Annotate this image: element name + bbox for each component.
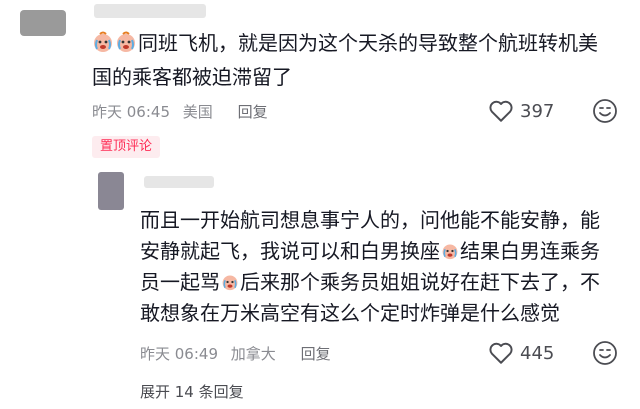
reply-text-line3a: 员一起骂 — [140, 270, 220, 294]
comment-meta: 昨天 06:45 美国 回复 — [92, 101, 276, 122]
comment-text-line1: 同班飞机，就是因为这个天杀的导致整个航班转机美 — [138, 31, 598, 55]
reply-time: 昨天 06:49 — [140, 345, 218, 363]
reply-location: 加拿大 — [230, 345, 276, 363]
reply-button[interactable]: 回复 — [238, 103, 268, 121]
reply-text-line2a: 安静就起飞，我说可以和白男换座 — [140, 239, 440, 263]
comment-location: 美国 — [182, 103, 213, 121]
username-redacted[interactable] — [94, 4, 206, 18]
like-button[interactable]: 445 — [488, 341, 554, 365]
crying-face-icon — [222, 275, 238, 291]
like-button[interactable]: 397 — [488, 99, 554, 123]
avatar[interactable] — [98, 172, 124, 210]
username-redacted[interactable] — [144, 176, 214, 188]
reply-text: 而且一开始航司想息事宁人的，问他能不能安静，能 安静就起飞，我说可以和白男换座 … — [140, 205, 620, 329]
reply-text-line4: 敢想象在万米高空有这么个定时炸弹是什么感觉 — [140, 301, 560, 325]
comment-time: 昨天 06:45 — [92, 103, 170, 121]
pinned-badge: 置顶评论 — [92, 136, 161, 158]
emoji-react-button[interactable] — [592, 340, 618, 370]
heart-icon — [489, 342, 513, 364]
smile-icon — [593, 99, 617, 123]
comment-text: 同班飞机，就是因为这个天杀的导致整个航班转机美 国的乘客都被迫滞留了 — [92, 28, 612, 93]
crying-face-icon — [442, 244, 458, 260]
like-count: 445 — [520, 342, 555, 364]
reply-meta: 昨天 06:49 加拿大 回复 — [140, 343, 339, 364]
avatar[interactable] — [20, 10, 66, 36]
reply-text-line3b: 后来那个乘务员姐姐说好在赶下去了，不 — [240, 270, 600, 294]
reply-text-line2b: 结果白男连乘务 — [460, 239, 600, 263]
reply-button[interactable]: 回复 — [301, 345, 331, 363]
crying-face-icon — [92, 31, 138, 62]
comment-text-line2: 国的乘客都被迫滞留了 — [92, 65, 292, 89]
heart-icon — [489, 100, 513, 122]
reply-text-line1: 而且一开始航司想息事宁人的，问他能不能安静，能 — [140, 208, 600, 232]
like-count: 397 — [520, 100, 555, 122]
emoji-react-button[interactable] — [592, 98, 618, 128]
smile-icon — [593, 341, 617, 365]
expand-replies-button[interactable]: 展开 14 条回复 — [140, 381, 244, 402]
